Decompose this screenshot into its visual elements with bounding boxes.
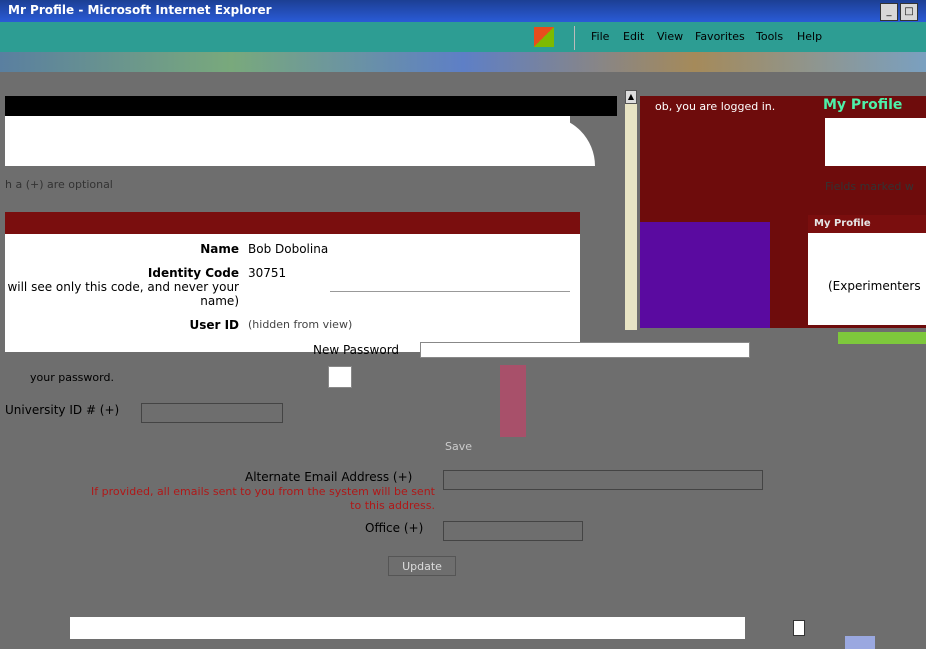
- menu-edit[interactable]: Edit: [623, 30, 644, 43]
- maximize-button[interactable]: □: [900, 3, 918, 21]
- my-profile-box: My Profile (Experimenters: [808, 215, 926, 325]
- horizontal-scrollbar[interactable]: [845, 636, 875, 649]
- status-dropdown[interactable]: [793, 620, 805, 636]
- green-strip: [838, 332, 926, 344]
- identity-note: will see only this code, and never your …: [7, 280, 239, 308]
- menu-view[interactable]: View: [657, 30, 683, 43]
- identity-code-label: Identity Code: [147, 266, 239, 280]
- banner: [5, 116, 595, 166]
- menu-bar: File Edit View Favorites Tools Help: [0, 22, 926, 52]
- scroll-up-arrow-icon[interactable]: ▲: [625, 90, 637, 104]
- minimize-button[interactable]: _: [880, 3, 898, 21]
- university-id-input[interactable]: [141, 403, 283, 423]
- window-title: Mr Profile - Microsoft Internet Explorer: [8, 3, 272, 17]
- menu-file[interactable]: File: [591, 30, 609, 43]
- menu-separator: [574, 26, 575, 50]
- vertical-scrollbar[interactable]: ▲: [625, 90, 637, 330]
- title-bar: Mr Profile - Microsoft Internet Explorer…: [0, 0, 926, 22]
- divider: [330, 291, 570, 292]
- fields-marked-note: Fields marked w: [825, 180, 914, 193]
- my-profile-heading[interactable]: My Profile: [823, 97, 902, 113]
- update-button[interactable]: Update: [388, 556, 456, 576]
- my-profile-box-caption: My Profile: [808, 215, 926, 233]
- menu-tools[interactable]: Tools: [756, 30, 783, 43]
- identity-code-value: 30751: [248, 266, 287, 280]
- name-label: Name: [200, 242, 239, 256]
- name-value: Bob Dobolina: [248, 242, 329, 256]
- alternate-email-label: Alternate Email Address (+): [245, 470, 413, 484]
- header-bar: [5, 96, 617, 116]
- optional-fields-note: h a (+) are optional: [5, 178, 113, 191]
- right-banner: [825, 118, 926, 166]
- banner-curve: [535, 116, 595, 166]
- alternate-email-note: If provided, all emails sent to you from…: [91, 485, 435, 512]
- university-id-label: University ID # (+): [5, 403, 120, 417]
- color-block: [500, 365, 526, 437]
- user-id-value: (hidden from view): [248, 318, 353, 331]
- toolbar[interactable]: [0, 52, 926, 72]
- user-id-label: User ID: [189, 318, 239, 332]
- password-note: your password.: [30, 371, 114, 384]
- experimenters-text: (Experimenters: [828, 279, 921, 293]
- logged-in-text: ob, you are logged in.: [655, 100, 776, 113]
- new-password-input[interactable]: [420, 342, 750, 358]
- windows-logo-icon: [534, 27, 554, 47]
- office-label: Office (+): [365, 521, 424, 535]
- office-input[interactable]: [443, 521, 583, 541]
- menu-favorites[interactable]: Favorites: [695, 30, 745, 43]
- status-bar: [70, 617, 745, 639]
- new-password-label: New Password: [313, 343, 400, 357]
- password-checkbox[interactable]: [328, 366, 352, 388]
- profile-panel: Name Bob Dobolina Identity Code 30751 wi…: [5, 212, 580, 352]
- purple-block: [640, 222, 770, 328]
- alternate-email-input[interactable]: [443, 470, 763, 490]
- save-label: Save: [445, 440, 473, 453]
- menu-help[interactable]: Help: [797, 30, 822, 43]
